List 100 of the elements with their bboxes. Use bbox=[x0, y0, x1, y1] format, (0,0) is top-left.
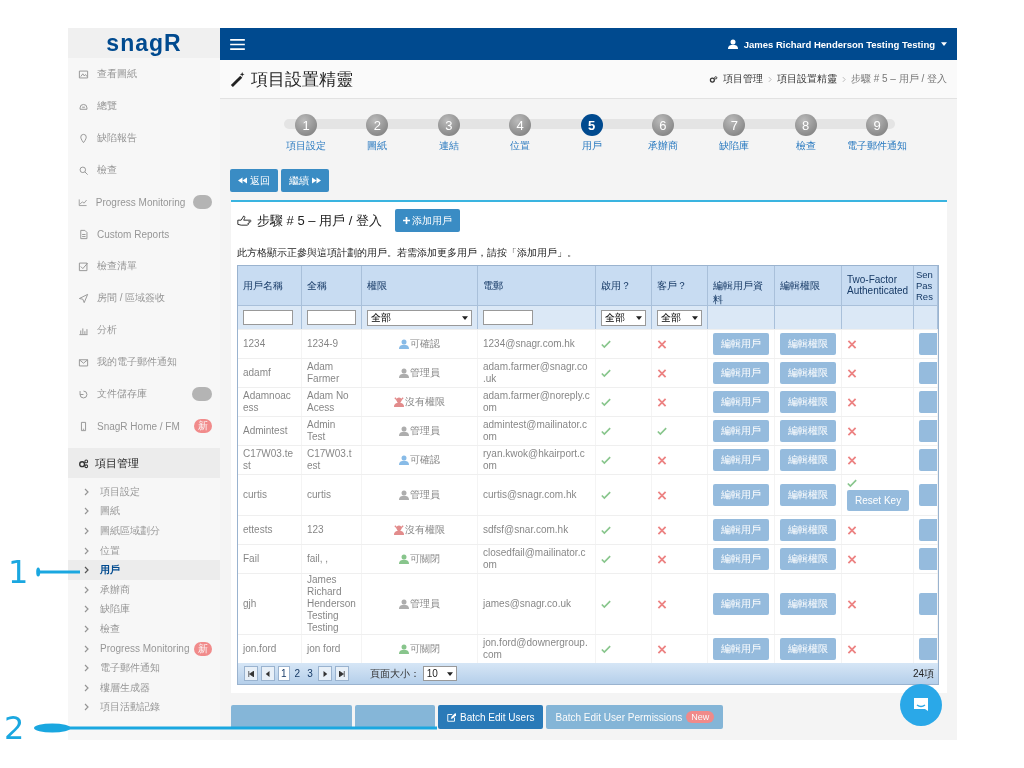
sidebar-item[interactable]: 檢查 bbox=[97, 163, 220, 177]
step-label[interactable]: 電子郵件通知 bbox=[847, 139, 907, 153]
edit-permissions-button[interactable]: 編輯權限 bbox=[780, 519, 836, 541]
cut-button[interactable] bbox=[919, 548, 937, 570]
step-number[interactable]: 8 bbox=[794, 114, 817, 136]
sidebar-section[interactable]: 項目管理 bbox=[68, 448, 220, 478]
edit-permissions-button[interactable]: 編輯權限 bbox=[780, 484, 836, 506]
step-label[interactable]: 承辦商 bbox=[647, 139, 678, 153]
sidebar-item[interactable]: 承辦商 bbox=[100, 582, 220, 597]
sidebar-item[interactable]: 位置 bbox=[100, 543, 220, 558]
sidebar-item[interactable]: SnagR Home / FM bbox=[97, 420, 186, 432]
edit-permissions-button[interactable]: 編輯權限 bbox=[780, 449, 836, 471]
step-label[interactable]: 缺陷庫 bbox=[719, 139, 750, 153]
sidebar-item[interactable]: 分析 bbox=[97, 323, 220, 337]
cut-button[interactable] bbox=[919, 420, 937, 442]
edit-permissions-button[interactable]: 編輯權限 bbox=[780, 333, 836, 355]
back-button[interactable]: 返回 bbox=[230, 169, 278, 192]
step-number[interactable]: 9 bbox=[866, 114, 888, 136]
edit-user-button[interactable]: 編輯用戶 bbox=[713, 519, 769, 541]
sidebar-item[interactable]: 圖紙區域劃分 bbox=[100, 524, 220, 538]
column-header: 電郵 bbox=[483, 279, 503, 293]
cut-button[interactable] bbox=[919, 638, 937, 660]
step-label[interactable]: 位置 bbox=[510, 139, 531, 153]
step-number[interactable]: 7 bbox=[723, 114, 746, 136]
filter-field[interactable] bbox=[483, 310, 533, 325]
filter-dropdown[interactable]: 全部 bbox=[601, 309, 646, 326]
cut-button[interactable] bbox=[919, 333, 937, 355]
edit-permissions-button[interactable]: 編輯權限 bbox=[780, 593, 836, 615]
edit-user-button[interactable]: 編輯用戶 bbox=[713, 420, 769, 442]
filter-field[interactable] bbox=[307, 310, 356, 325]
sidebar-item[interactable]: 檢查 bbox=[100, 621, 220, 636]
step-label[interactable]: 連結 bbox=[438, 139, 459, 153]
sidebar-item[interactable]: 電子郵件通知 bbox=[100, 661, 220, 676]
user-menu[interactable]: James Richard Henderson Testing Testing bbox=[743, 38, 935, 50]
page-link[interactable]: 2 bbox=[292, 667, 303, 680]
sidebar-item[interactable]: Progress Monitoring bbox=[95, 196, 186, 208]
continue-button[interactable]: 繼續 bbox=[281, 169, 329, 192]
sidebar-item[interactable]: 總覽 bbox=[97, 99, 220, 113]
sidebar-item[interactable]: Custom Reports bbox=[97, 228, 220, 240]
step-number[interactable]: 6 bbox=[651, 114, 674, 136]
sidebar-item[interactable]: 房間 / 區域簽收 bbox=[97, 291, 220, 305]
sidebar-item[interactable]: 項目設定 bbox=[100, 484, 220, 499]
sidebar-item[interactable]: 圖紙 bbox=[100, 504, 220, 519]
step-number[interactable]: 3 bbox=[437, 114, 460, 136]
edit-user-button[interactable]: 編輯用戶 bbox=[713, 362, 769, 384]
filter-field[interactable] bbox=[243, 310, 293, 325]
breadcrumb-link[interactable]: 項目管理 bbox=[722, 72, 763, 86]
edit-user-button[interactable]: 編輯用戶 bbox=[713, 593, 769, 615]
sidebar-item[interactable]: 我的電子郵件通知 bbox=[97, 355, 220, 369]
last-page-button[interactable] bbox=[334, 666, 349, 681]
step-label[interactable]: 圖紙 bbox=[367, 139, 388, 153]
cut-button[interactable] bbox=[919, 391, 937, 413]
edit-permissions-button[interactable]: 編輯權限 bbox=[780, 548, 836, 570]
edit-permissions-button[interactable]: 編輯權限 bbox=[780, 362, 836, 384]
filter-dropdown[interactable]: 全部 bbox=[657, 309, 702, 326]
filter-dropdown[interactable]: 全部 bbox=[367, 309, 472, 326]
sidebar-item[interactable]: 檢查清單 bbox=[97, 259, 220, 273]
step-label[interactable]: 用戶 bbox=[581, 139, 602, 153]
cut-button[interactable] bbox=[919, 484, 937, 506]
step-number[interactable]: 1 bbox=[295, 114, 317, 136]
sidebar-item[interactable]: 樓層生成器 bbox=[100, 680, 220, 695]
cut-button[interactable] bbox=[919, 449, 937, 471]
step-number[interactable]: 5 bbox=[580, 114, 603, 136]
edit-user-button[interactable]: 編輯用戶 bbox=[713, 449, 769, 471]
edit-permissions-button[interactable]: 編輯權限 bbox=[780, 638, 836, 660]
step-number[interactable]: 4 bbox=[509, 114, 532, 136]
next-page-button[interactable] bbox=[317, 666, 332, 681]
cut-button[interactable] bbox=[919, 593, 937, 615]
step-number[interactable]: 2 bbox=[366, 114, 389, 136]
action-button[interactable]: Batch Edit User Permissions New bbox=[546, 705, 724, 729]
page-size-dropdown[interactable]: 10 bbox=[422, 666, 457, 681]
reset-key-button[interactable]: Reset Key bbox=[847, 490, 910, 511]
menu-icon[interactable] bbox=[230, 38, 245, 50]
sidebar-item[interactable]: 缺陷庫 bbox=[100, 602, 220, 617]
step-label[interactable]: 項目設定 bbox=[286, 139, 326, 153]
action-button[interactable] bbox=[231, 705, 352, 729]
cut-button[interactable] bbox=[919, 519, 937, 541]
step-label[interactable]: 檢查 bbox=[795, 139, 816, 153]
action-button[interactable]: Batch Edit Users bbox=[438, 705, 544, 729]
edit-permissions-button[interactable]: 編輯權限 bbox=[780, 391, 836, 413]
edit-user-button[interactable]: 編輯用戶 bbox=[713, 391, 769, 413]
breadcrumb-link[interactable]: 項目設置精靈 bbox=[776, 72, 837, 86]
add-user-button[interactable]: 添加用戶 bbox=[395, 209, 460, 232]
sidebar-item[interactable]: 缺陷報告 bbox=[97, 131, 220, 145]
new-badge: New bbox=[686, 711, 715, 723]
first-page-button[interactable] bbox=[244, 666, 258, 681]
page-link[interactable]: 3 bbox=[305, 667, 315, 680]
sidebar-item[interactable]: 項目活動記錄 bbox=[100, 700, 220, 715]
edit-permissions-button[interactable]: 編輯權限 bbox=[780, 420, 836, 442]
edit-user-button[interactable]: 編輯用戶 bbox=[713, 484, 769, 506]
page-link[interactable]: 1 bbox=[278, 666, 290, 681]
edit-user-button[interactable]: 編輯用戶 bbox=[713, 548, 769, 570]
edit-user-button[interactable]: 編輯用戶 bbox=[713, 333, 769, 355]
sidebar-item[interactable]: 文件儲存庫 bbox=[97, 387, 184, 401]
cut-button[interactable] bbox=[919, 362, 937, 384]
sidebar-item[interactable]: 查看圖紙 bbox=[97, 67, 220, 81]
edit-user-button[interactable]: 編輯用戶 bbox=[713, 638, 769, 660]
previous-page-button[interactable] bbox=[261, 666, 275, 681]
action-button[interactable] bbox=[355, 705, 435, 729]
sidebar-item[interactable]: Progress Monitoring bbox=[100, 643, 194, 655]
